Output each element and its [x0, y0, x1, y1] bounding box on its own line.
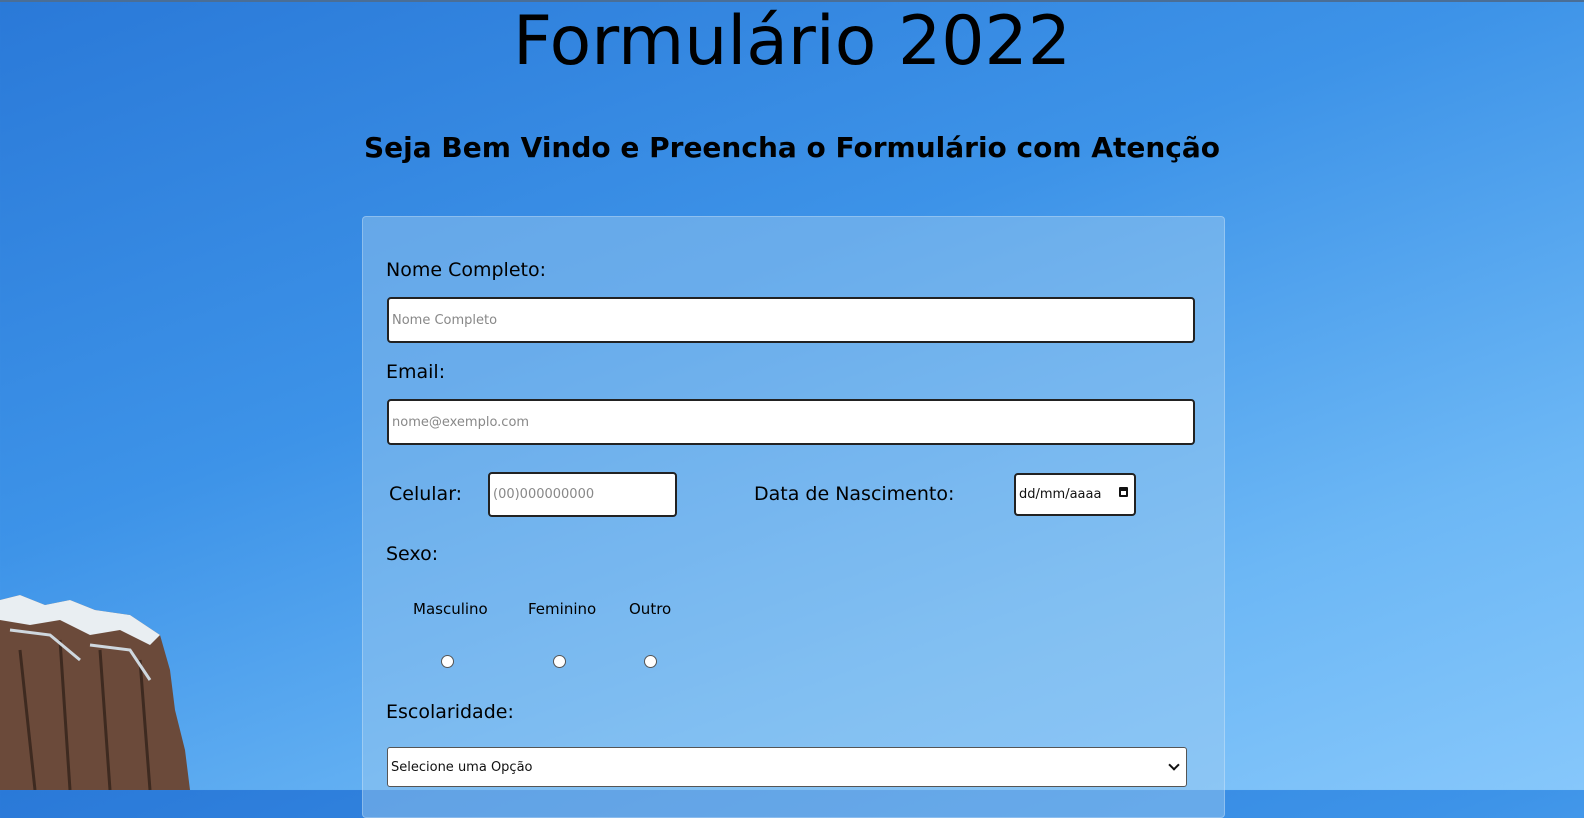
- email-placeholder: nome@exemplo.com: [392, 414, 530, 430]
- escolaridade-select[interactable]: Selecione uma Opção: [387, 747, 1187, 787]
- escolaridade-label: Escolaridade:: [386, 701, 514, 723]
- radio-feminino[interactable]: [553, 655, 566, 668]
- nome-label: Nome Completo:: [386, 259, 546, 281]
- nome-input[interactable]: Nome Completo: [387, 297, 1195, 343]
- radio-label-masculino: Masculino: [413, 600, 488, 618]
- page-title: Formulário 2022: [512, 2, 1072, 81]
- celular-placeholder: (00)000000000: [493, 487, 595, 502]
- sexo-label: Sexo:: [386, 543, 439, 565]
- chevron-down-icon: [1168, 759, 1180, 771]
- nascimento-label: Data de Nascimento:: [754, 483, 955, 505]
- email-label: Email:: [386, 361, 446, 383]
- radio-label-feminino: Feminino: [528, 600, 597, 618]
- form-card: Nome Completo: Nome Completo Email: nome…: [362, 216, 1225, 818]
- email-input[interactable]: nome@exemplo.com: [387, 399, 1195, 445]
- page-subtitle: Seja Bem Vindo e Preencha o Formulário c…: [363, 131, 1221, 164]
- celular-input[interactable]: (00)000000000: [488, 472, 677, 517]
- background-rock-image: [0, 595, 190, 790]
- escolaridade-selected: Selecione uma Opção: [391, 759, 533, 775]
- radio-outro[interactable]: [644, 655, 657, 668]
- calendar-icon[interactable]: [1119, 487, 1128, 497]
- nome-placeholder: Nome Completo: [392, 312, 498, 328]
- nascimento-placeholder: dd/mm/aaaa: [1019, 487, 1102, 502]
- celular-label: Celular:: [389, 483, 463, 505]
- nascimento-input[interactable]: dd/mm/aaaa: [1014, 473, 1136, 516]
- radio-label-outro: Outro: [629, 600, 672, 618]
- radio-masculino[interactable]: [441, 655, 454, 668]
